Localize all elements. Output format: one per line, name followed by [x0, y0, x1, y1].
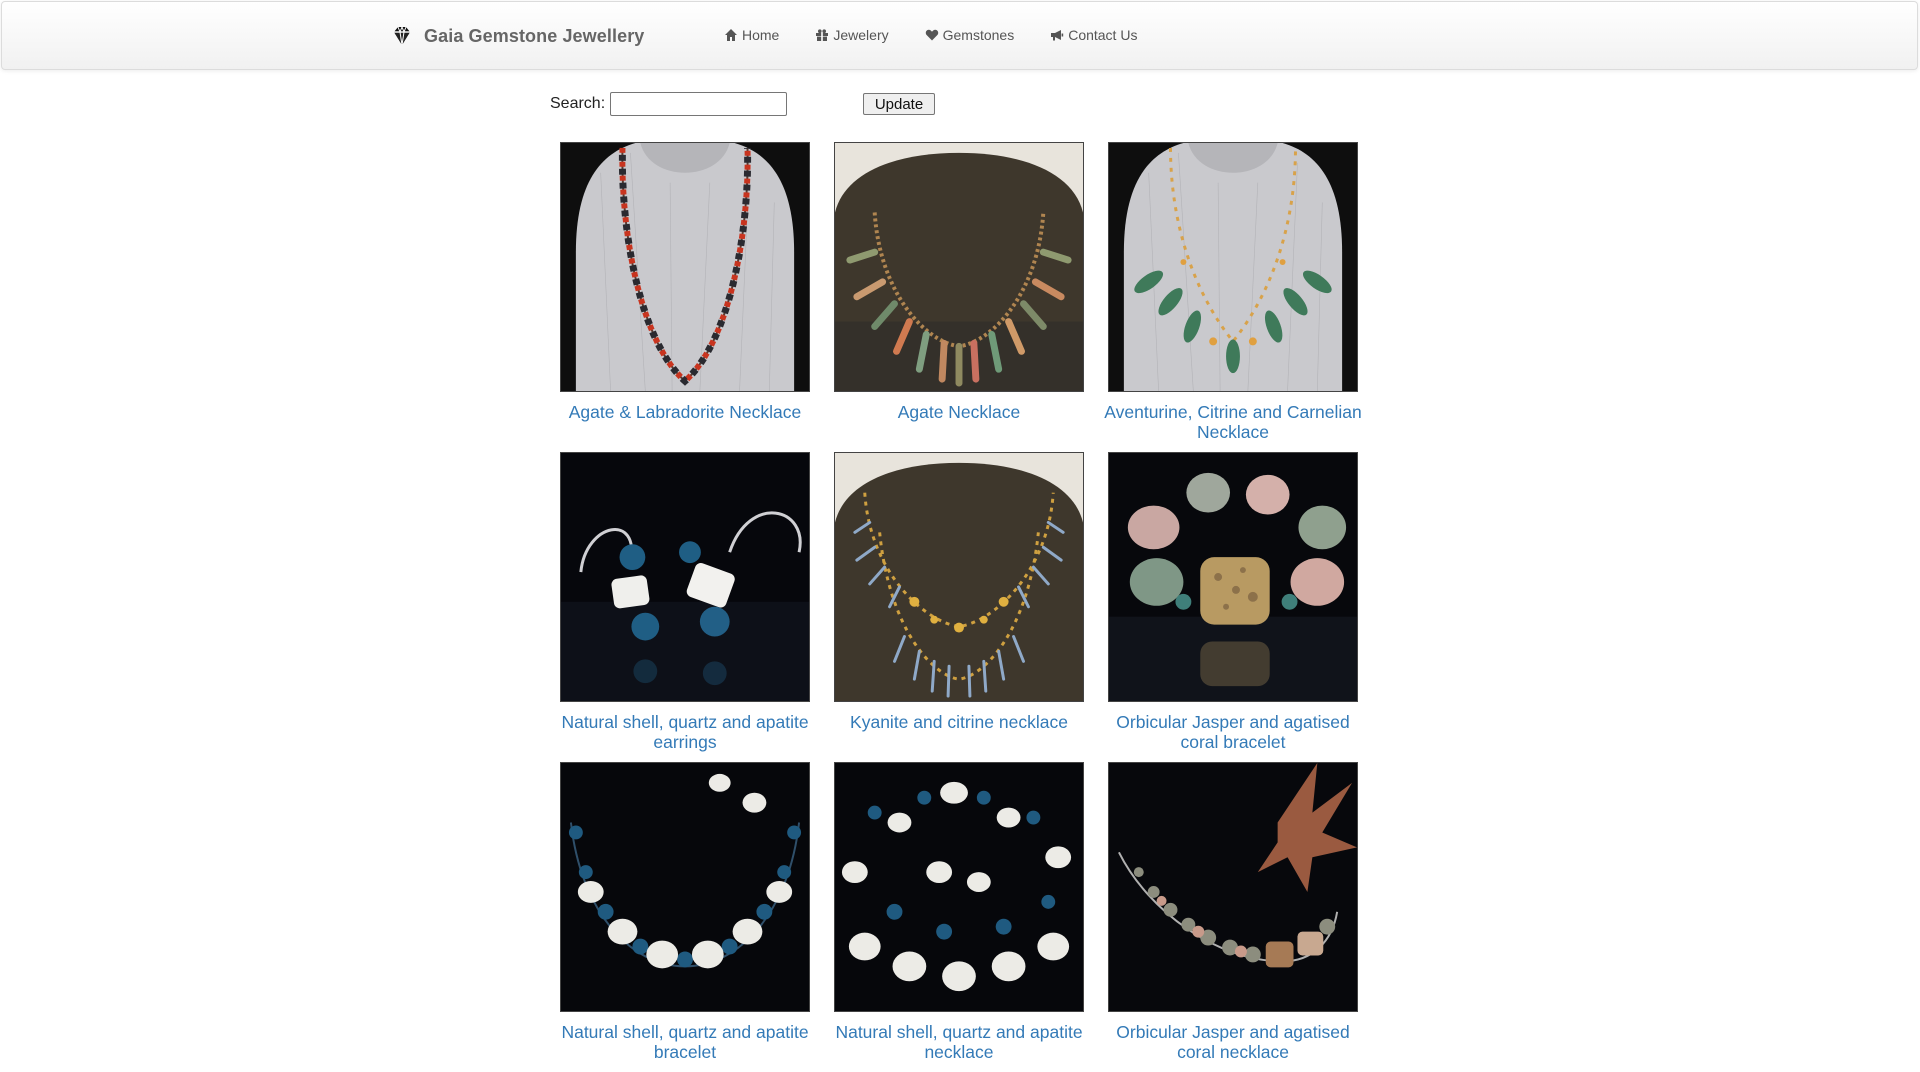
- product-image[interactable]: [834, 452, 1084, 702]
- main-nav: Home Jewelery Gemstones Contact Us: [724, 27, 1137, 43]
- product-image[interactable]: [560, 452, 810, 702]
- product-card[interactable]: Natural shell, quartz and apatite bracel…: [560, 762, 810, 1072]
- search-input[interactable]: [610, 92, 788, 116]
- bullhorn-icon: [1050, 28, 1064, 42]
- product-card[interactable]: Natural shell, quartz and apatite earrin…: [560, 452, 810, 762]
- product-title[interactable]: Agate & Labradorite Necklace: [550, 402, 820, 422]
- product-image[interactable]: [834, 142, 1084, 392]
- nav-home[interactable]: Home: [724, 27, 779, 43]
- nav-gemstones[interactable]: Gemstones: [925, 27, 1015, 43]
- product-card[interactable]: Aventurine, Citrine and Carnelian Neckla…: [1104, 142, 1362, 452]
- product-card[interactable]: Orbicular Jasper and agatised coral brac…: [1108, 452, 1358, 762]
- product-image[interactable]: [560, 142, 810, 392]
- product-title[interactable]: Orbicular Jasper and agatised coral neck…: [1098, 1022, 1368, 1062]
- product-title[interactable]: Natural shell, quartz and apatite earrin…: [550, 712, 820, 752]
- product-image[interactable]: [1108, 762, 1358, 1012]
- product-card[interactable]: Agate & Labradorite Necklace: [560, 142, 810, 452]
- heart-icon: [925, 28, 939, 42]
- product-image[interactable]: [560, 762, 810, 1012]
- search-form: Search:: [550, 92, 788, 116]
- product-title[interactable]: Aventurine, Citrine and Carnelian Neckla…: [1098, 402, 1368, 442]
- gift-icon: [815, 28, 829, 42]
- home-icon: [724, 28, 738, 42]
- product-title[interactable]: Agate Necklace: [824, 402, 1094, 422]
- nav-gemstones-label: Gemstones: [942, 27, 1015, 43]
- product-title[interactable]: Natural shell, quartz and apatite neckla…: [824, 1022, 1094, 1062]
- product-title[interactable]: Orbicular Jasper and agatised coral brac…: [1098, 712, 1368, 752]
- product-image[interactable]: [1108, 452, 1358, 702]
- product-card[interactable]: Natural shell, quartz and apatite neckla…: [834, 762, 1084, 1072]
- product-card[interactable]: Kyanite and citrine necklace: [834, 452, 1084, 762]
- product-title[interactable]: Natural shell, quartz and apatite bracel…: [550, 1022, 820, 1062]
- brand-link[interactable]: Gaia Gemstone Jewellery: [390, 24, 644, 48]
- nav-home-label: Home: [742, 27, 780, 43]
- nav-jewelery[interactable]: Jewelery: [815, 27, 889, 43]
- product-image[interactable]: [1108, 142, 1358, 392]
- nav-jewelery-label: Jewelery: [833, 27, 889, 43]
- product-title[interactable]: Kyanite and citrine necklace: [824, 712, 1094, 732]
- product-card[interactable]: Agate Necklace: [834, 142, 1084, 452]
- brand-name: Gaia Gemstone Jewellery: [424, 25, 645, 46]
- product-grid: Agate & Labradorite Necklace Agate Neckl…: [560, 142, 1362, 1072]
- nav-contact-us-label: Contact Us: [1068, 27, 1138, 43]
- search-label: Search:: [550, 95, 606, 112]
- update-button[interactable]: Update: [863, 93, 935, 115]
- product-image[interactable]: [834, 762, 1084, 1012]
- diamond-icon: [390, 24, 414, 48]
- top-navbar: Gaia Gemstone Jewellery Home Jewelery Ge…: [1, 1, 1918, 70]
- nav-contact-us[interactable]: Contact Us: [1050, 27, 1137, 43]
- product-card[interactable]: Orbicular Jasper and agatised coral neck…: [1108, 762, 1358, 1072]
